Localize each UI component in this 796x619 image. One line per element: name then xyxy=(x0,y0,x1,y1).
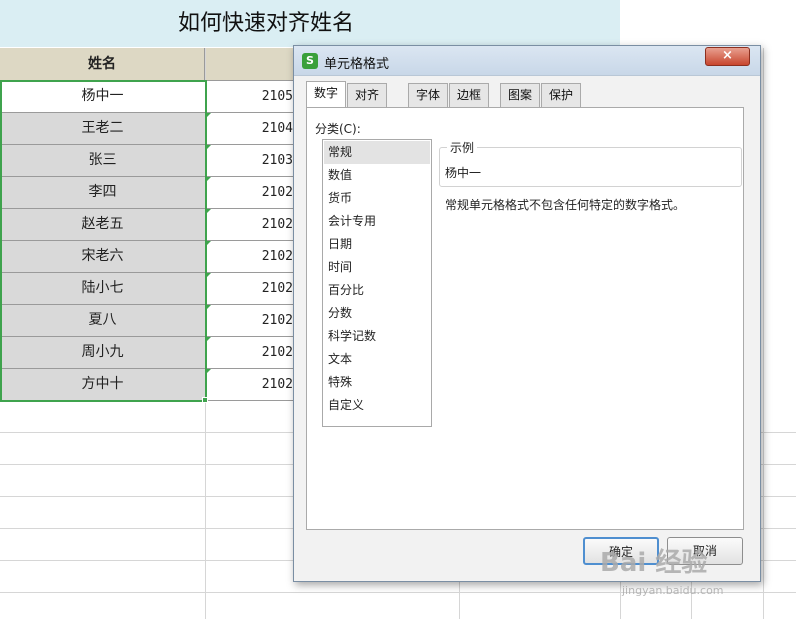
tab-number[interactable]: 数字 xyxy=(306,81,346,107)
tab-pattern[interactable]: 图案 xyxy=(500,83,540,107)
category-item-general[interactable]: 常规 xyxy=(324,141,430,164)
name-cell[interactable]: 夏八 xyxy=(0,305,205,337)
format-cells-dialog: S 单元格格式 × 数字 对齐 字体 边框 图案 保护 分类(C): 常规 数值… xyxy=(293,45,761,582)
category-item-time[interactable]: 时间 xyxy=(324,256,430,279)
name-cell[interactable]: 张三 xyxy=(0,145,205,177)
category-item-date[interactable]: 日期 xyxy=(324,233,430,256)
cell-indicator-icon xyxy=(206,337,211,342)
category-item-currency[interactable]: 货币 xyxy=(324,187,430,210)
grid-line xyxy=(0,592,796,593)
category-item-special[interactable]: 特殊 xyxy=(324,371,430,394)
cell-indicator-icon xyxy=(206,209,211,214)
id-cell[interactable]: 2103 xyxy=(206,145,296,177)
category-item-scientific[interactable]: 科学记数 xyxy=(324,325,430,348)
category-item-custom[interactable]: 自定义 xyxy=(324,394,430,417)
category-item-accounting[interactable]: 会计专用 xyxy=(324,210,430,233)
id-cell[interactable]: 2102 xyxy=(206,369,296,401)
grid-line xyxy=(763,48,764,619)
close-button[interactable]: × xyxy=(705,47,750,66)
cell-indicator-icon xyxy=(206,145,211,150)
id-cell[interactable]: 2104 xyxy=(206,113,296,145)
name-cell[interactable]: 赵老五 xyxy=(0,209,205,241)
id-cell[interactable]: 2105 xyxy=(206,81,296,113)
sample-value: 杨中一 xyxy=(445,166,482,180)
format-description: 常规单元格格式不包含任何特定的数字格式。 xyxy=(445,198,686,212)
name-cell[interactable]: 方中十 xyxy=(0,369,205,401)
cell-indicator-icon xyxy=(206,305,211,310)
name-cell[interactable]: 宋老六 xyxy=(0,241,205,273)
sample-label: 示例 xyxy=(447,139,478,156)
category-item-number[interactable]: 数值 xyxy=(324,164,430,187)
name-cell[interactable]: 周小九 xyxy=(0,337,205,369)
cell-indicator-icon xyxy=(206,369,211,374)
category-label: 分类(C): xyxy=(315,122,361,136)
cell-indicator-icon xyxy=(206,113,211,118)
tab-font[interactable]: 字体 xyxy=(408,83,448,107)
category-item-text[interactable]: 文本 xyxy=(324,348,430,371)
app-logo-icon: S xyxy=(302,53,318,69)
ok-button[interactable]: 确定 xyxy=(583,537,659,565)
cancel-button[interactable]: 取消 xyxy=(667,537,743,565)
id-cell[interactable]: 2102 xyxy=(206,337,296,369)
name-cell[interactable]: 李四 xyxy=(0,177,205,209)
fill-handle[interactable] xyxy=(202,397,208,403)
name-cell[interactable]: 王老二 xyxy=(0,113,205,145)
tab-alignment[interactable]: 对齐 xyxy=(347,83,387,107)
tab-border[interactable]: 边框 xyxy=(449,83,489,107)
id-cell[interactable]: 2102 xyxy=(206,209,296,241)
id-cell[interactable]: 2102 xyxy=(206,305,296,337)
name-cell[interactable]: 杨中一 xyxy=(0,81,205,113)
number-tab-panel: 分类(C): 常规 数值 货币 会计专用 日期 时间 百分比 分数 科学记数 文… xyxy=(306,107,744,530)
name-cell[interactable]: 陆小七 xyxy=(0,273,205,305)
dialog-body: 数字 对齐 字体 边框 图案 保护 分类(C): 常规 数值 货币 会计专用 日… xyxy=(301,81,753,575)
category-item-percentage[interactable]: 百分比 xyxy=(324,279,430,302)
dialog-title: 单元格格式 xyxy=(324,57,390,72)
tab-protection[interactable]: 保护 xyxy=(541,83,581,107)
category-list[interactable]: 常规 数值 货币 会计专用 日期 时间 百分比 分数 科学记数 文本 特殊 自定… xyxy=(322,139,432,427)
cell-indicator-icon xyxy=(206,177,211,182)
header-name-cell[interactable]: 姓名 xyxy=(0,48,205,81)
sheet-title[interactable]: 如何快速对齐姓名 xyxy=(0,0,620,47)
category-item-fraction[interactable]: 分数 xyxy=(324,302,430,325)
dialog-titlebar[interactable]: S 单元格格式 × xyxy=(294,46,760,76)
cell-indicator-icon xyxy=(206,273,211,278)
id-cell[interactable]: 2102 xyxy=(206,241,296,273)
sample-box xyxy=(439,147,742,187)
cell-indicator-icon xyxy=(206,241,211,246)
id-cell[interactable]: 2102 xyxy=(206,273,296,305)
id-cell[interactable]: 2102 xyxy=(206,177,296,209)
